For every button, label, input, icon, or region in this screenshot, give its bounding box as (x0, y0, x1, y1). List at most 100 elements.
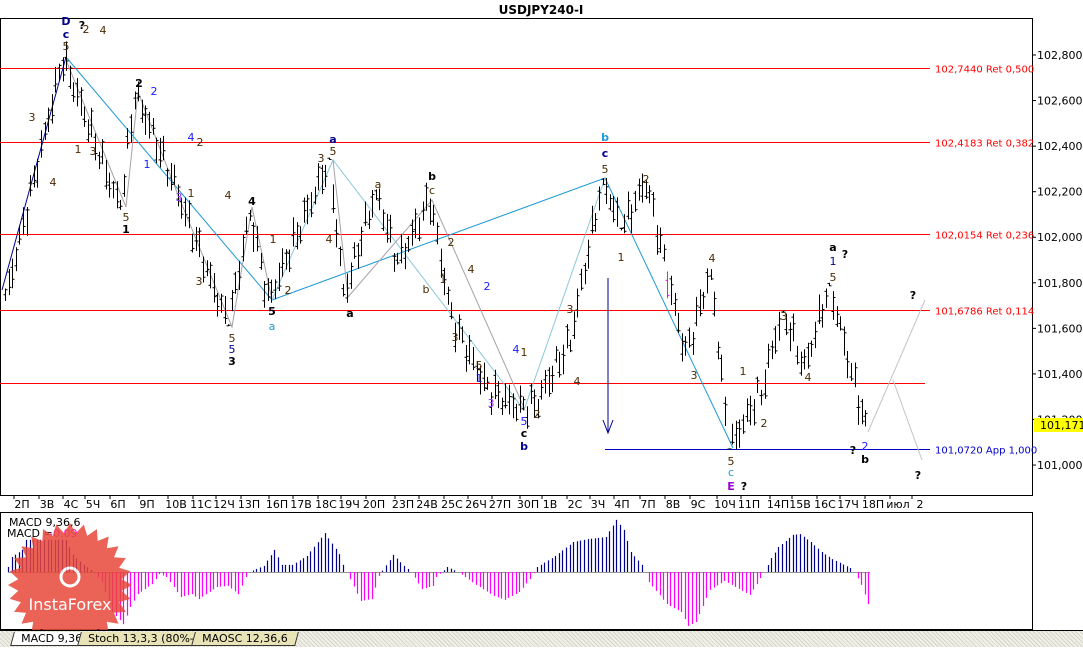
wave-label: 3 (781, 310, 788, 323)
wave-label: b (428, 170, 436, 183)
level-label: 101,6786 Ret 0,114 (935, 307, 1034, 318)
wave-label: 4 (50, 176, 57, 189)
price-tick-label: 101,800 (1037, 277, 1083, 290)
price-tick-label: 101,600 (1037, 322, 1083, 335)
current-price: 101,171 (1040, 419, 1083, 432)
date-label: 2П (14, 498, 29, 511)
wave-label: b (601, 131, 609, 144)
wave-label: 3 (29, 111, 36, 124)
wave-label: 1 (144, 158, 151, 171)
wave-label: 2 (484, 280, 491, 293)
date-label: 6П (110, 498, 125, 511)
wave-label: b (861, 453, 869, 466)
wave-label: 3 (691, 369, 698, 382)
wave-label: 2 (761, 417, 768, 430)
wave-label: 1 (75, 143, 82, 156)
date-label: 24В (416, 498, 438, 511)
wave-label: 3 (90, 145, 97, 158)
wave-label: a (269, 320, 276, 333)
chart-canvas: USDJPY240-I 102,7440 Ret 0,500 102,4183 R… (0, 0, 1083, 661)
wave-label: ? (915, 469, 921, 482)
wave-label: ? (741, 480, 747, 493)
level-label: 102,0154 Ret 0,236 (935, 231, 1034, 242)
date-label: 14П (767, 498, 789, 511)
price-tick-label: 102,800 (1037, 49, 1083, 62)
wave-label: 3 (176, 191, 183, 204)
wave-label: 4 (513, 343, 520, 356)
date-label: 18П (862, 498, 884, 511)
date-label: 4С (64, 498, 79, 511)
wave-label: 4 (468, 263, 475, 276)
wave-label: c (728, 466, 734, 479)
wave-label: 1 (618, 251, 625, 264)
date-label: 2С (568, 498, 583, 511)
level-label: 102,7440 Ret 0,500 (935, 65, 1034, 76)
wave-label: 4 (805, 371, 812, 384)
wave-label: 5 (268, 305, 276, 318)
wave-label: 2 (534, 408, 541, 421)
wave-label: 4 (574, 375, 581, 388)
date-label: 2 (917, 498, 924, 511)
wave-label: 1 (830, 255, 837, 268)
price-tick-label: 101,400 (1037, 368, 1083, 381)
date-label: 17Ч (837, 498, 859, 511)
wave-label: 2 (448, 236, 455, 249)
wave-label: 2 (197, 136, 204, 149)
wave-label: 4 (248, 195, 256, 208)
date-label: 13П (238, 498, 260, 511)
date-label: 1В (543, 498, 558, 511)
wave-label: b (423, 283, 430, 296)
date-label: 18С (315, 498, 337, 511)
price-tick-label: 102,600 (1037, 95, 1083, 108)
wave-label: 1 (122, 223, 130, 236)
wave-label: a (375, 178, 382, 191)
wave-label: 5 (476, 359, 483, 372)
date-label: 12Ч (213, 498, 235, 511)
date-label: 17В (290, 498, 312, 511)
wave-label: ? (842, 248, 848, 261)
level-label: 101,0720 App 1,000 (935, 446, 1037, 457)
wave-label: D (61, 15, 70, 28)
wave-label: 3 (228, 355, 236, 368)
indicator-tabs: MACD 9,36,6 Stoch 13,3,3 (80%-20%) MAOSC… (0, 630, 1083, 647)
date-label: 3Ч (591, 498, 606, 511)
chart-title: USDJPY240-I (499, 3, 584, 17)
wave-label: E (727, 480, 735, 493)
date-label: 27П (489, 498, 511, 511)
wave-label: 4 (326, 233, 333, 246)
wave-label: 5 (330, 145, 337, 158)
date-label: 4П (614, 498, 629, 511)
date-label: 23П (392, 498, 414, 511)
price-tick-label: 101,000 (1037, 459, 1083, 472)
wave-label: 5 (602, 163, 609, 176)
wave-label: b (520, 440, 528, 453)
wave-label: c (521, 427, 528, 440)
wave-label: 2 (151, 85, 158, 98)
wave-label: c (602, 147, 609, 160)
wave-label: a (829, 241, 836, 254)
date-label: 16С (814, 498, 836, 511)
date-label: 3В (40, 498, 55, 511)
date-label: 10Ч (714, 498, 736, 511)
date-label: 8В (666, 498, 681, 511)
wave-label: 3 (318, 152, 325, 165)
date-label: 20П (363, 498, 385, 511)
wave-label: 2 (135, 77, 143, 90)
wave-label: 2 (285, 284, 292, 297)
wave-label: 2 (643, 173, 650, 186)
wave-label: 1 (440, 273, 447, 286)
date-label: 19Ч (338, 498, 360, 511)
date-label: 9П (139, 498, 154, 511)
wave-label: 4 (225, 189, 232, 202)
date-label: 7П (640, 498, 655, 511)
wave-label: ? (850, 444, 856, 457)
wave-label: 1 (476, 372, 483, 385)
tab-maosc[interactable]: MAOSC 12,36,6 (191, 632, 299, 646)
date-label: 25С (441, 498, 463, 511)
wave-label: ? (910, 289, 916, 302)
price-tick-label: 102,000 (1037, 231, 1083, 244)
price-tick-label: 102,200 (1037, 186, 1083, 199)
wave-label: 5 (63, 40, 70, 53)
wave-label: 3 (567, 303, 574, 316)
watermark-text: InstaForex (29, 595, 112, 614)
